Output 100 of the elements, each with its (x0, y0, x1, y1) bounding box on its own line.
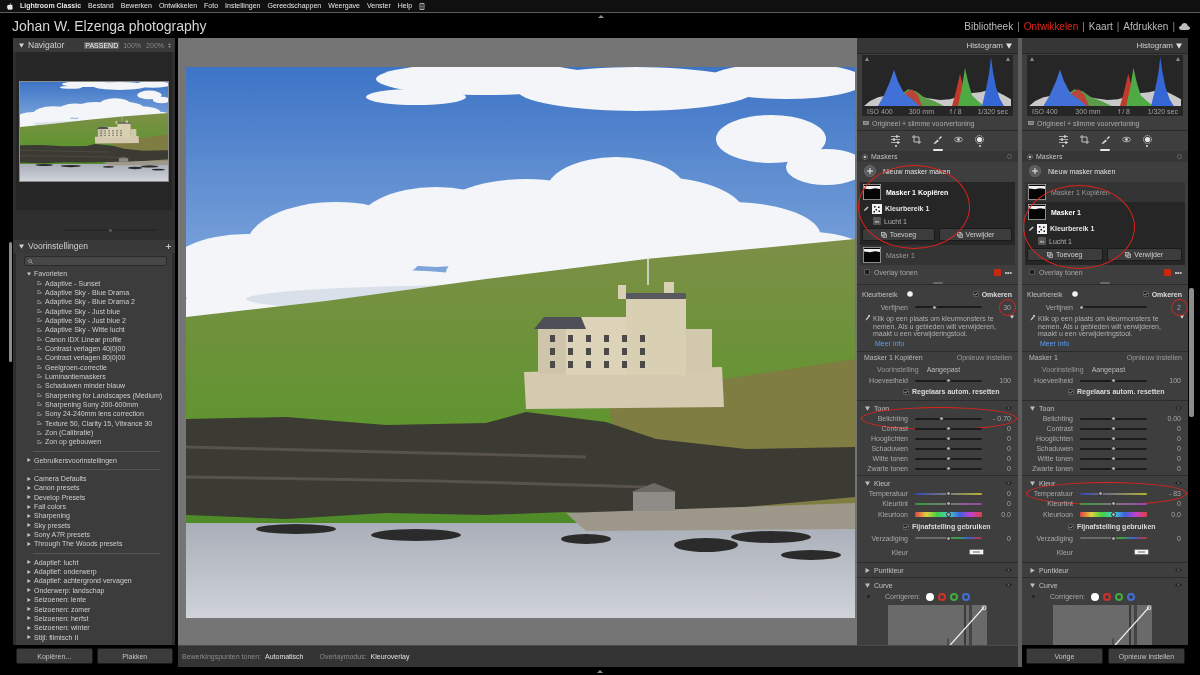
scrollbar-thumb[interactable] (9, 242, 12, 362)
pencil-icon[interactable] (1029, 226, 1034, 231)
slider-thumb[interactable] (1110, 501, 1116, 507)
slider-thumb[interactable] (945, 436, 951, 442)
slider-thumb[interactable] (1079, 304, 1084, 310)
module-tab[interactable]: Bibliotheek (964, 20, 1014, 32)
brush-icon[interactable] (933, 135, 942, 144)
slider-thumb[interactable] (939, 416, 945, 422)
slider-thumb[interactable] (1110, 378, 1116, 384)
disclosure-triangle-icon[interactable] (1030, 582, 1035, 588)
disclosure-triangle-icon[interactable] (1176, 42, 1182, 49)
eye-icon[interactable] (1005, 481, 1012, 486)
disclosure-triangle-icon[interactable] (27, 625, 31, 630)
sliders-icon[interactable] (891, 135, 900, 144)
brush-icon[interactable] (1100, 135, 1110, 144)
disclosure-triangle-icon[interactable] (1006, 42, 1012, 49)
disclosure-triangle-icon[interactable] (27, 597, 31, 602)
triangle-icon[interactable] (1176, 57, 1180, 61)
disclosure-triangle-icon[interactable] (27, 607, 31, 611)
disclosure-triangle-icon[interactable] (27, 532, 31, 537)
slider-thumb[interactable] (945, 378, 951, 384)
disc-icon[interactable] (907, 291, 914, 297)
disclosure-triangle-icon[interactable] (27, 616, 31, 621)
module-tab[interactable]: Kaart (1088, 20, 1113, 32)
eye-icon[interactable] (1175, 568, 1182, 573)
eye-icon[interactable] (1175, 583, 1182, 588)
disclosure-triangle-icon[interactable] (865, 567, 870, 573)
apple-icon[interactable] (7, 2, 13, 10)
slider-thumb[interactable] (1110, 512, 1116, 518)
slider-thumb[interactable] (1110, 426, 1116, 432)
updown-arrows-icon[interactable] (168, 42, 171, 48)
module-tab[interactable]: Ontwikkelen (1023, 20, 1079, 32)
color-swatch-icon[interactable] (993, 268, 1001, 276)
disclosure-triangle-icon[interactable] (27, 476, 31, 481)
slider-track[interactable] (912, 511, 984, 518)
disclosure-triangle-icon[interactable] (865, 480, 870, 486)
checkbox[interactable] (972, 291, 979, 297)
scrollbar-thumb[interactable] (1189, 288, 1194, 417)
checkbox[interactable] (903, 388, 909, 395)
dotted-circle-icon[interactable] (1142, 135, 1152, 144)
slider-track[interactable] (1077, 304, 1149, 310)
eye-icon[interactable] (1005, 406, 1012, 411)
disclosure-triangle-icon[interactable] (865, 405, 870, 411)
tone-curve-drawing[interactable] (1053, 604, 1152, 645)
checkbox[interactable] (1068, 388, 1074, 395)
slider-thumb[interactable] (1110, 446, 1116, 452)
slider-thumb[interactable] (1110, 535, 1116, 541)
disclosure-triangle-icon[interactable] (1030, 567, 1035, 573)
eye-icon[interactable] (1175, 481, 1182, 486)
color-swatch-icon[interactable] (1163, 268, 1171, 276)
crop-icon[interactable] (912, 135, 921, 144)
disclosure-triangle-icon[interactable] (27, 485, 31, 490)
disclosure-triangle-icon[interactable] (27, 588, 31, 593)
checkbox[interactable] (864, 269, 870, 275)
disclosure-triangle-icon[interactable] (19, 244, 24, 249)
slider-thumb[interactable] (1110, 456, 1116, 462)
triangle-icon[interactable] (1030, 57, 1034, 61)
landscape-thumbnail-drawing[interactable] (19, 80, 169, 182)
slider-thumb[interactable] (1110, 466, 1116, 472)
checkbox[interactable] (1142, 291, 1149, 297)
triangle-icon[interactable] (598, 15, 604, 18)
drag-handle[interactable] (1100, 149, 1110, 151)
slider-thumb[interactable] (945, 426, 951, 432)
slider-track[interactable] (1077, 511, 1149, 518)
slider-thumb[interactable] (1110, 436, 1116, 442)
slider-thumb[interactable] (1098, 491, 1104, 497)
disclosure-triangle-icon[interactable] (1030, 405, 1035, 411)
disclosure-triangle-icon[interactable] (27, 560, 31, 565)
eye-icon[interactable] (1121, 135, 1131, 144)
drag-handle[interactable] (932, 149, 943, 151)
disclosure-triangle-icon[interactable] (27, 513, 31, 518)
eye-icon[interactable] (1175, 406, 1182, 411)
triangle-icon[interactable] (1006, 57, 1010, 61)
eye-icon[interactable] (1005, 568, 1012, 573)
slider-thumb[interactable] (945, 501, 951, 507)
triangle-icon[interactable] (865, 57, 869, 61)
disclosure-triangle-icon[interactable] (27, 504, 31, 509)
slider-thumb[interactable] (945, 466, 951, 472)
sliders-icon[interactable] (1058, 135, 1068, 144)
disc-icon[interactable] (1072, 291, 1079, 297)
module-tab[interactable]: Afdrukken (1123, 20, 1169, 32)
disclosure-triangle-icon[interactable] (27, 635, 31, 640)
disclosure-triangle-icon[interactable] (1030, 480, 1035, 486)
disclosure-triangle-icon[interactable] (1010, 315, 1014, 319)
slider-thumb[interactable] (945, 446, 951, 452)
swatch-icon[interactable] (969, 549, 984, 556)
disclosure-triangle-icon[interactable] (27, 579, 31, 583)
disclosure-triangle-icon[interactable] (1180, 315, 1184, 319)
slider-thumb[interactable] (945, 512, 951, 518)
disclosure-triangle-icon[interactable] (27, 569, 31, 574)
slider-thumb[interactable] (945, 456, 951, 462)
pencil-icon[interactable] (864, 206, 869, 211)
disclosure-triangle-icon[interactable] (27, 541, 31, 546)
slider-thumb[interactable] (945, 535, 951, 541)
plus-icon[interactable] (166, 244, 171, 249)
disclosure-triangle-icon[interactable] (27, 495, 31, 500)
eye-icon[interactable] (1005, 583, 1012, 588)
tone-curve-drawing[interactable] (888, 604, 987, 645)
cloud-icon[interactable] (1179, 22, 1190, 30)
slider-thumb[interactable] (1110, 416, 1116, 422)
